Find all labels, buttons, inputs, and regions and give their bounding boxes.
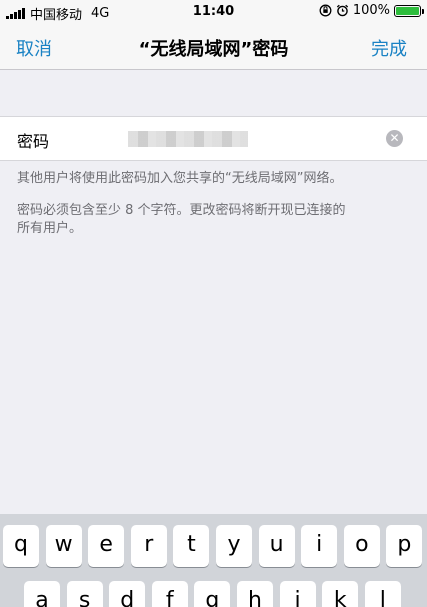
key-g[interactable]: g (194, 581, 231, 607)
page-title: “无线局域网”密码 (138, 39, 289, 60)
status-right: 100% (319, 3, 424, 18)
battery-fill (396, 6, 419, 15)
requirement-note: 密码必须包含至少 8 个字符。更改密码将断开现已连接的 所有用户。 (17, 202, 407, 238)
key-d[interactable]: d (109, 581, 146, 607)
key-f[interactable]: f (151, 581, 188, 607)
key-u[interactable]: u (258, 525, 295, 567)
requirement-note-line1: 密码必须包含至少 8 个字符。更改密码将断开现已连接的 (17, 203, 346, 218)
password-row[interactable]: 密码 ✕ (0, 116, 427, 161)
battery-percent: 100% (352, 3, 390, 18)
password-field[interactable] (128, 131, 248, 147)
key-l[interactable]: l (364, 581, 401, 607)
done-button[interactable]: 完成 (371, 35, 407, 61)
alarm-icon (336, 4, 348, 17)
nav-bar: 取消 “无线局域网”密码 完成 (0, 24, 427, 70)
key-o[interactable]: o (343, 525, 380, 567)
key-e[interactable]: e (88, 525, 125, 567)
keyboard: qwertyuiop asdfghjkl (0, 514, 427, 607)
key-s[interactable]: s (66, 581, 103, 607)
battery-icon (394, 4, 424, 17)
clear-icon[interactable]: ✕ (386, 130, 403, 147)
requirement-note-line2: 所有用户。 (17, 221, 83, 236)
key-h[interactable]: h (237, 581, 273, 607)
key-w[interactable]: w (45, 525, 82, 567)
key-j[interactable]: j (279, 581, 316, 607)
key-k[interactable]: k (322, 581, 359, 607)
status-bar: 中国移动 4G 11:40 100% (0, 0, 427, 24)
key-q[interactable]: q (3, 525, 39, 567)
key-i[interactable]: i (301, 525, 338, 567)
key-t[interactable]: t (173, 525, 210, 567)
password-label: 密码 (17, 132, 50, 151)
key-p[interactable]: p (386, 525, 423, 567)
share-note: 其他用户将使用此密码加入您共享的“无线局域网”网络。 (17, 171, 343, 186)
orientation-lock-icon (319, 4, 332, 17)
key-a[interactable]: a (24, 581, 60, 607)
key-y[interactable]: y (216, 525, 252, 567)
key-r[interactable]: r (130, 525, 167, 567)
